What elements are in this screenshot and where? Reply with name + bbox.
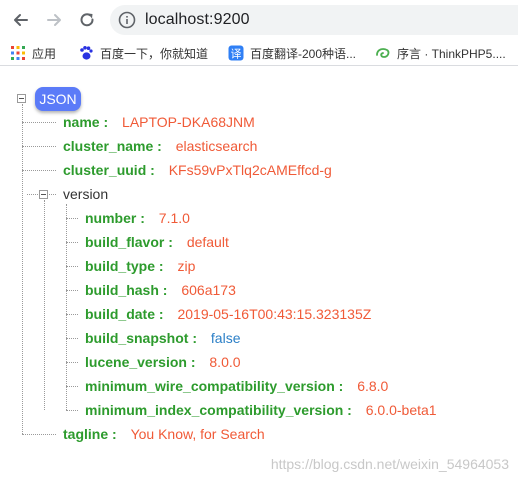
json-separator: :	[108, 426, 121, 442]
forward-button[interactable]	[42, 8, 66, 32]
json-separator: :	[155, 306, 168, 322]
json-field-tagline: tagline : You Know, for Search	[63, 424, 265, 444]
info-icon[interactable]	[118, 11, 136, 29]
json-field-build-snapshot: build_snapshot : false	[85, 328, 240, 348]
json-key: tagline	[63, 426, 109, 442]
tree-line	[66, 242, 78, 243]
collapse-root-toggle[interactable]	[17, 94, 26, 103]
json-key: cluster_uuid	[63, 162, 147, 178]
forward-arrow-icon	[47, 14, 61, 26]
json-field-cluster-uuid: cluster_uuid : KFs59vPxTlq2cAMEffcd-g	[63, 160, 332, 180]
json-value: KFs59vPxTlq2cAMEffcd-g	[168, 162, 332, 178]
json-field-number: number : 7.1.0	[85, 208, 190, 228]
json-field-build-flavor: build_flavor : default	[85, 232, 229, 252]
json-separator: :	[99, 114, 113, 130]
tree-line	[66, 290, 78, 291]
tree-line	[22, 122, 56, 123]
bookmark-label: 百度一下，你就知道	[100, 46, 209, 61]
address-url: localhost:9200	[145, 11, 250, 28]
json-separator: :	[164, 234, 177, 250]
tree-line	[22, 146, 56, 147]
json-value: 8.0.0	[209, 354, 241, 370]
json-value: false	[210, 330, 241, 346]
json-value: 2019-05-16T00:43:15.323135Z	[177, 306, 372, 322]
back-button[interactable]	[9, 8, 33, 32]
baidu-paw-icon	[78, 45, 94, 61]
json-key: build_hash	[85, 282, 159, 298]
json-separator: :	[158, 282, 172, 298]
json-object-key: version	[63, 186, 109, 202]
json-value: default	[186, 234, 229, 250]
json-separator: :	[186, 354, 200, 370]
json-viewer: JSON name : LAPTOP-DKA68JNM cluster_name…	[0, 66, 518, 488]
tree-line	[44, 200, 45, 410]
json-separator: :	[188, 330, 201, 346]
tree-line	[66, 218, 78, 219]
json-key: build_type	[85, 258, 156, 274]
json-value: 6.0.0-beta1	[365, 402, 437, 418]
json-field-minimum-index-compatibility-version: minimum_index_compatibility_version : 6.…	[85, 400, 437, 420]
json-key: build_snapshot	[85, 330, 189, 346]
json-value: 6.8.0	[357, 378, 389, 394]
json-separator: :	[343, 402, 356, 418]
json-value: 606a173	[181, 282, 236, 298]
json-separator: :	[334, 378, 348, 394]
tree-line	[66, 386, 78, 387]
bookmark-baidu-translate[interactable]: 译 百度翻译-200种语...	[228, 40, 356, 66]
json-key: build_date	[85, 306, 156, 322]
json-root-badge[interactable]: JSON	[35, 87, 81, 111]
json-value: You Know, for Search	[130, 426, 265, 442]
json-key: name	[63, 114, 100, 130]
json-field-cluster-name: cluster_name : elasticsearch	[63, 136, 257, 156]
collapse-version-toggle[interactable]	[39, 190, 48, 199]
translate-icon: 译	[228, 45, 244, 61]
tree-line	[66, 266, 78, 267]
bookmark-baidu[interactable]: 百度一下，你就知道	[78, 40, 208, 66]
json-separator: :	[153, 138, 166, 154]
address-bar[interactable]: localhost:9200	[110, 5, 518, 35]
bookmark-label: 百度翻译-200种语...	[250, 46, 357, 61]
json-field-build-hash: build_hash : 606a173	[85, 280, 236, 300]
svg-text:译: 译	[231, 48, 242, 61]
json-key: lucene_version	[85, 354, 187, 370]
json-field-build-type: build_type : zip	[85, 256, 195, 276]
reload-icon	[80, 13, 94, 27]
bookmarks-bar: 应用 百度一下，你就知道 译 百度翻译-200种语... 序言 · ThinkP…	[0, 40, 518, 66]
json-value: elasticsearch	[175, 138, 258, 154]
browser-toolbar: localhost:9200	[0, 0, 518, 40]
json-value: LAPTOP-DKA68JNM	[122, 114, 255, 130]
bookmark-label: 序言 · ThinkPHP5....	[397, 46, 506, 61]
tree-line	[66, 314, 78, 315]
json-key: minimum_wire_compatibility_version	[85, 378, 335, 394]
json-separator: :	[155, 258, 168, 274]
json-key: cluster_name	[63, 138, 154, 154]
json-separator: :	[146, 162, 159, 178]
tree-line	[66, 410, 78, 411]
tree-line	[22, 104, 23, 434]
json-field-lucene-version: lucene_version : 8.0.0	[85, 352, 241, 372]
bookmark-apps[interactable]: 应用	[10, 40, 56, 66]
json-value: 7.1.0	[158, 210, 190, 226]
thinkphp-icon	[375, 45, 391, 61]
json-field-name: name : LAPTOP-DKA68JNM	[63, 112, 255, 132]
json-key: number	[85, 210, 137, 226]
tree-line	[66, 338, 78, 339]
apps-grid-icon	[10, 45, 26, 61]
reload-button[interactable]	[75, 8, 99, 32]
json-key: minimum_index_compatibility_version	[85, 402, 344, 418]
back-arrow-icon	[14, 14, 28, 26]
watermark-text: https://blog.csdn.net/weixin_54964053	[270, 456, 509, 472]
json-object-version: version	[63, 184, 108, 204]
bookmark-label: 应用	[32, 46, 57, 61]
json-value: zip	[177, 258, 196, 274]
tree-line	[66, 204, 67, 410]
tree-line	[22, 434, 56, 435]
json-field-build-date: build_date : 2019-05-16T00:43:15.323135Z	[85, 304, 371, 324]
json-field-minimum-wire-compatibility-version: minimum_wire_compatibility_version : 6.8…	[85, 376, 388, 396]
json-separator: :	[136, 210, 149, 226]
bookmark-thinkphp[interactable]: 序言 · ThinkPHP5....	[375, 40, 506, 66]
json-key: build_flavor	[85, 234, 165, 250]
tree-line	[66, 362, 78, 363]
tree-line	[22, 170, 56, 171]
